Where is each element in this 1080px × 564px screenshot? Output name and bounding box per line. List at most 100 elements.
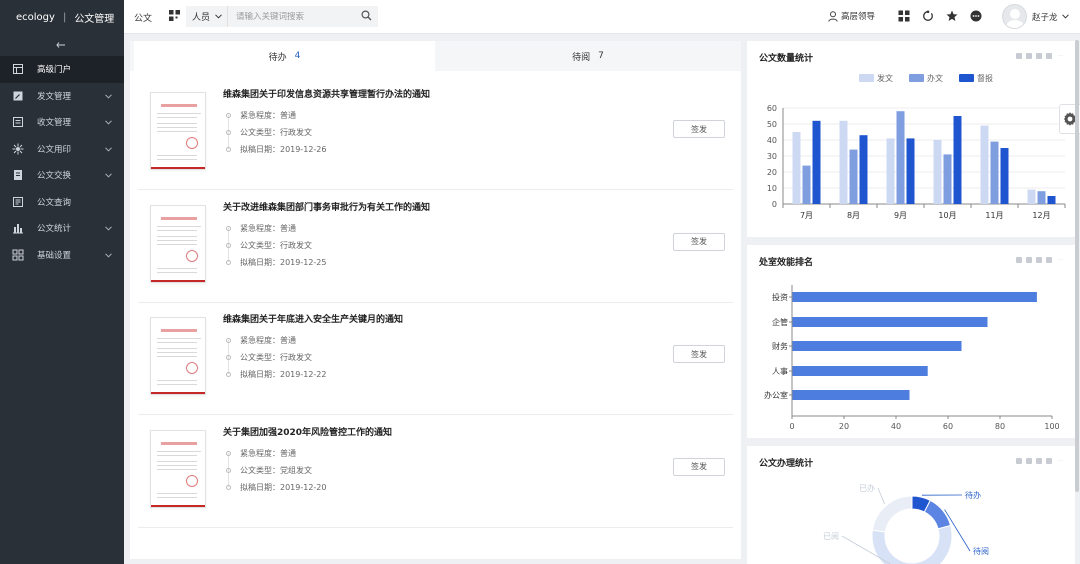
tab-todo[interactable]: 待办 4 xyxy=(134,41,435,71)
avatar-head xyxy=(1010,9,1020,19)
bar-督报 xyxy=(812,120,821,204)
refresh-icon[interactable] xyxy=(922,10,934,25)
doc-thumb-line xyxy=(157,450,201,452)
bullet-icon xyxy=(226,130,231,135)
app-center-icon[interactable] xyxy=(898,10,910,25)
sidebar-item[interactable]: 基础设置 xyxy=(0,242,124,269)
x-tick-label: 11月 xyxy=(985,211,1003,220)
draft-date-field: 拟稿日期：2019-12-20 xyxy=(226,482,327,493)
doc-thumb-footer xyxy=(151,392,205,394)
chevron-down-icon xyxy=(105,118,112,128)
chevron-down-icon xyxy=(105,145,112,155)
collapse-sidebar-icon[interactable] xyxy=(0,34,124,56)
sidebar-item[interactable]: 收文管理 xyxy=(0,109,124,136)
sign-button[interactable]: 签发 xyxy=(673,120,725,138)
sidebar-item[interactable]: 公文查询 xyxy=(0,189,124,216)
tab-todo-count: 4 xyxy=(294,51,301,61)
doc-thumb-line xyxy=(157,348,197,349)
bullet-icon xyxy=(226,147,231,152)
sidebar-item-label: 收文管理 xyxy=(37,118,72,129)
y-tick-label: 投资 xyxy=(772,292,788,302)
user-name: 赵子龙 xyxy=(1032,13,1058,23)
topbar: 公文 人员 高层领导 赵子龙 xyxy=(124,0,1080,34)
doc-thumbnail[interactable] xyxy=(150,92,206,170)
more-chat-icon[interactable] xyxy=(970,10,982,25)
x-tick-label: 7月 xyxy=(800,211,813,220)
sign-button[interactable]: 签发 xyxy=(673,232,725,251)
sidebar-item-label: 发文管理 xyxy=(37,91,72,102)
tab-toread[interactable]: 待阅 7 xyxy=(435,41,741,71)
doc-thumb-footer xyxy=(151,504,205,507)
x-tick-label: 8月 xyxy=(847,211,860,220)
draft-date-field: 拟稿日期：2019-12-25 xyxy=(226,257,327,268)
todo-tabs: 待办 4 待阅 7 xyxy=(130,41,741,71)
doc-thumbnail[interactable] xyxy=(150,429,206,508)
item-title[interactable]: 关于集团加强2020年风险管控工作的通知 xyxy=(223,425,392,438)
apps-grid-icon[interactable] xyxy=(168,9,181,25)
item-title[interactable]: 维森集团关于印发信息资源共享管理暂行办法的通知 xyxy=(223,87,430,100)
doc-thumbnail[interactable] xyxy=(150,317,206,395)
sidebar-item[interactable]: 高级门户 xyxy=(0,56,124,83)
label-leader xyxy=(877,487,885,505)
right-scrollbar[interactable] xyxy=(1075,40,1079,492)
doc-type-text: 公文类型：党组发文 xyxy=(240,465,312,475)
star-icon[interactable] xyxy=(946,10,958,25)
list-item[interactable]: 关于集团加强2020年风险管控工作的通知 紧急程度：普通 公文类型：党组发文 拟稿日期… xyxy=(138,416,733,528)
leader-link[interactable]: 高层领导 xyxy=(828,10,875,22)
doc-handle-panel: 公文办理统计 ··· 待办 待阅 已阅 已办 xyxy=(747,446,1075,564)
tab-toread-count: 7 xyxy=(598,51,604,61)
sidebar-item[interactable]: 公文统计 xyxy=(0,215,124,242)
avatar[interactable] xyxy=(1002,4,1027,29)
sidebar-item[interactable]: 公文用印 xyxy=(0,136,124,163)
search-box xyxy=(228,6,378,27)
app-logo[interactable]: ecology | 公文管理 xyxy=(0,0,124,34)
bar-办文 xyxy=(1037,191,1046,204)
item-title[interactable]: 维森集团关于年底进入安全生产关键月的通知 xyxy=(223,312,403,325)
doc-thumb-line xyxy=(157,380,197,381)
tab-todo-label: 待办 xyxy=(268,52,287,63)
doc-thumb-line xyxy=(157,239,197,241)
doc-thumb-header xyxy=(161,329,197,332)
legend-label: 发文 xyxy=(877,73,893,83)
doc-count-chart: 发文 办文 督报 0 10 20 30 40 50 60 7月 8月 9月 10月 11月 12月 xyxy=(767,73,1066,220)
doc-thumb-line xyxy=(157,155,197,156)
logo-separator: | xyxy=(62,11,67,23)
donut-label: 已办 xyxy=(859,483,875,493)
sign-button[interactable]: 签发 xyxy=(673,457,725,476)
x-tick-label: 10月 xyxy=(938,211,956,220)
legend-label: 督报 xyxy=(977,73,993,83)
ranking-bar xyxy=(792,366,928,376)
doc-type-field: 公文类型：行政发文 xyxy=(226,352,312,363)
topbar-module-label[interactable]: 公文 xyxy=(134,11,152,24)
search-scope-select[interactable]: 人员 xyxy=(186,6,228,27)
doc-thumb-line xyxy=(157,492,197,494)
urgency-text: 紧急程度：普通 xyxy=(240,336,296,345)
donut-label: 待阅 xyxy=(973,546,989,556)
item-title[interactable]: 关于改进维森集团部门事务审批行为有关工作的通知 xyxy=(223,200,430,213)
sidebar-item[interactable]: 发文管理 xyxy=(0,83,124,110)
doc-thumb-line xyxy=(157,496,197,498)
ranking-bar xyxy=(792,390,910,400)
search-icon[interactable] xyxy=(361,10,372,24)
bullet-icon xyxy=(226,450,231,456)
search-input[interactable] xyxy=(228,11,352,22)
bar-督报 xyxy=(1047,196,1056,204)
sidebar-item[interactable]: 公文交换 xyxy=(0,162,124,189)
bar-办文 xyxy=(943,154,952,204)
doc-type-text: 公文类型：行政发文 xyxy=(240,128,312,137)
doc-thumb-line xyxy=(157,454,197,456)
list-item[interactable]: 维森集团关于年底进入安全生产关键月的通知 紧急程度：普通 公文类型：行政发文 拟稿日期… xyxy=(138,303,733,415)
doc-thumbnail[interactable] xyxy=(150,204,206,283)
list-item[interactable]: 关于改进维森集团部门事务审批行为有关工作的通知 紧急程度：普通 公文类型：行政发文拟… xyxy=(138,191,733,303)
bar-办文 xyxy=(990,141,999,204)
y-tick-label: 20 xyxy=(767,168,777,177)
donut-slice xyxy=(923,499,952,530)
x-tick-label: 20 xyxy=(839,422,849,431)
dept-ranking-chart: 0 20 40 60 80 100 投资企管财务人事办公室 xyxy=(764,285,1060,431)
list-item[interactable]: 维森集团关于印发信息资源共享管理暂行办法的通知 紧急程度：普通 公文类型：行政发文拟… xyxy=(138,78,733,190)
user-menu[interactable]: 赵子龙 xyxy=(1032,11,1069,23)
x-tick-label: 0 xyxy=(789,422,794,431)
doc-count-panel: 公文数量统计 ··· 发文 办文 督报 0 10 20 30 40 50 60 7月 8月 9月 10月 1… xyxy=(747,41,1075,237)
sign-button[interactable]: 签发 xyxy=(673,345,725,363)
leader-label: 高层领导 xyxy=(841,12,876,22)
